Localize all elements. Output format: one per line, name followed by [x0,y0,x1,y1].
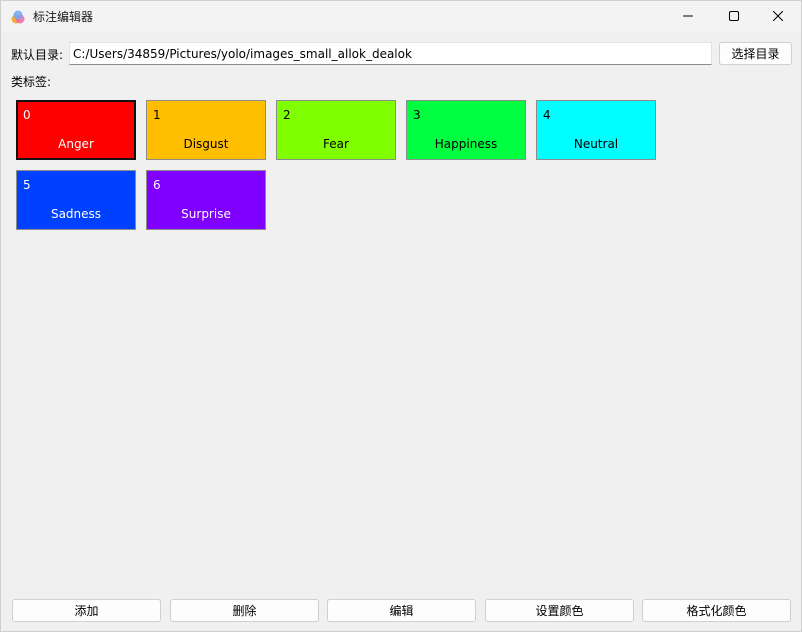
tag-id: 1 [153,108,161,122]
title-bar[interactable]: 标注编辑器 [1,1,801,31]
tag-fear[interactable]: 2 Fear [276,100,396,160]
tag-name: Happiness [434,137,498,151]
tag-name: Sadness [50,207,102,221]
tag-neutral[interactable]: 4 Neutral [536,100,656,160]
set-color-button[interactable]: 设置颜色 [485,599,634,622]
choose-directory-button[interactable]: 选择目录 [719,42,792,65]
tag-sadness[interactable]: 5 Sadness [16,170,136,230]
window-title: 标注编辑器 [33,10,94,24]
format-color-button[interactable]: 格式化颜色 [642,599,791,622]
tag-name: Fear [323,137,349,151]
minimize-icon [683,15,693,17]
maximize-button[interactable] [711,1,757,31]
tag-name: Neutral [573,137,619,151]
close-button[interactable] [755,1,801,31]
annotation-editor-window: 标注编辑器 默认目录: 选择目录 类标签: 0 Anger 1 Di [0,0,802,632]
tag-id: 6 [153,178,161,192]
maximize-icon [729,11,739,21]
tag-id: 4 [543,108,551,122]
tag-disgust[interactable]: 1 Disgust [146,100,266,160]
minimize-button[interactable] [665,1,711,31]
app-logo-icon [11,10,25,24]
tag-id: 2 [283,108,291,122]
tag-name: Disgust [183,137,229,151]
tag-name: Surprise [181,207,231,221]
tag-name: Anger [58,137,94,151]
default-directory-label: 默认目录: [11,48,64,62]
add-button[interactable]: 添加 [12,599,161,622]
tag-id: 0 [23,108,31,122]
tag-surprise[interactable]: 6 Surprise [146,170,266,230]
delete-button[interactable]: 删除 [170,599,319,622]
close-icon [773,11,783,21]
tag-happiness[interactable]: 3 Happiness [406,100,526,160]
class-tag-grid: 0 Anger 1 Disgust 2 Fear 3 Happiness 4 N… [16,100,676,230]
default-directory-input[interactable] [69,42,712,65]
tag-anger[interactable]: 0 Anger [16,100,136,160]
class-labels-caption: 类标签: [11,75,52,89]
tag-id: 5 [23,178,31,192]
edit-button[interactable]: 编辑 [327,599,476,622]
tag-id: 3 [413,108,421,122]
